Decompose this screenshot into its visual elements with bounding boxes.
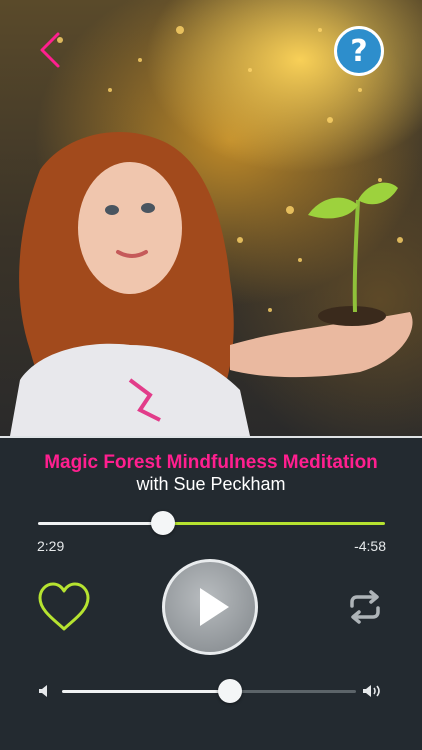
cover-image: ? — [0, 0, 422, 436]
play-icon — [200, 588, 229, 626]
progress-knob[interactable] — [150, 511, 175, 535]
divider — [0, 436, 422, 438]
remaining-time: -4:58 — [354, 538, 386, 554]
repeat-icon — [350, 590, 380, 624]
volume-low-icon — [38, 684, 50, 703]
volume-filled-track — [62, 690, 230, 693]
volume-high-icon — [362, 683, 384, 704]
progress-played-track — [38, 522, 163, 525]
track-title: Magic Forest Mindfulness Meditation — [44, 452, 378, 473]
chevron-left-icon — [40, 32, 60, 68]
progress-remaining-track — [162, 522, 385, 525]
play-button[interactable] — [162, 559, 258, 655]
back-button[interactable] — [30, 30, 70, 70]
help-button[interactable]: ? — [334, 26, 384, 76]
help-icon: ? — [350, 33, 368, 69]
repeat-button[interactable] — [346, 590, 384, 624]
favorite-button[interactable] — [36, 581, 92, 633]
volume-remaining-track — [229, 690, 356, 693]
volume-knob[interactable] — [217, 679, 242, 703]
heart-outline-icon — [38, 582, 90, 631]
track-artist: with Sue Peckham — [136, 474, 286, 494]
elapsed-time: 2:29 — [37, 538, 65, 554]
